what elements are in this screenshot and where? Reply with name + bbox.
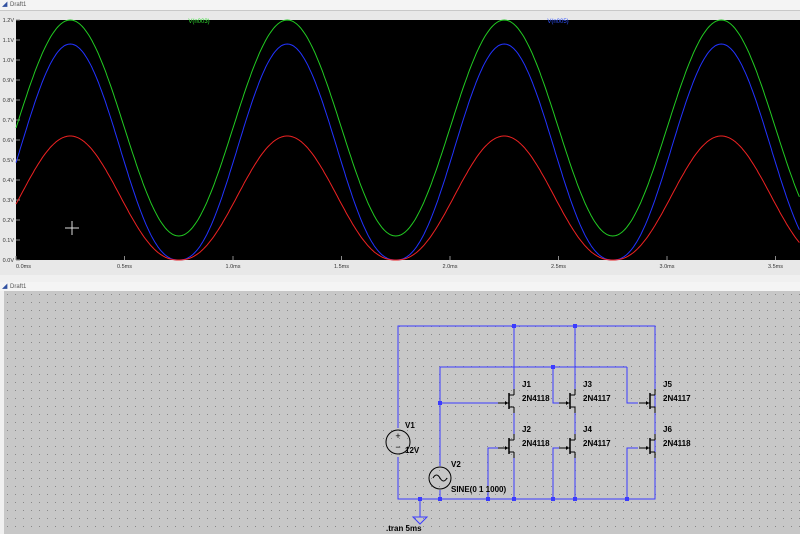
- y-tick-label: 1.1V: [3, 38, 15, 44]
- x-tick-label: 1.5ms: [334, 264, 349, 270]
- x-tick-label: 1.0ms: [226, 264, 241, 270]
- x-tick-label: 0.0ms: [16, 264, 31, 270]
- y-tick-label: 0.1V: [3, 238, 15, 244]
- waveform-window-title: Draft1: [10, 2, 27, 8]
- y-tick-label: 1.0V: [3, 58, 15, 64]
- x-tick-label: 0.5ms: [117, 264, 132, 270]
- jfet-name: J6: [663, 425, 672, 434]
- waveform-plot[interactable]: 0.0V 0.1V 0.2V 0.3V 0.4V 0.5V 0.6V 0.7V 0.8V 0.9V…: [0, 11, 800, 275]
- schematic-drawing[interactable]: + − V1 12V V2 SINE(0 1 1000) J1 2N4118 J2 2…: [4, 291, 800, 534]
- legend-label[interactable]: V(n003): [188, 19, 209, 25]
- grid-dots: [4, 291, 800, 534]
- schematic-canvas[interactable]: + − V1 12V V2 SINE(0 1 1000) J1 2N4118 J2 2…: [0, 291, 800, 534]
- y-tick-label: 0.5V: [3, 158, 15, 164]
- jfet-model: 2N4117: [583, 439, 611, 448]
- v1-name: V1: [405, 421, 415, 430]
- svg-text:+: +: [395, 431, 400, 441]
- svg-text:−: −: [395, 442, 400, 452]
- jfet-name: J4: [583, 425, 592, 434]
- y-tick-label: 0.2V: [3, 218, 15, 224]
- jfet-model: 2N4117: [663, 394, 691, 403]
- v2-value: SINE(0 1 1000): [451, 485, 506, 494]
- jfet-name: J3: [583, 380, 592, 389]
- y-tick-label: 1.2V: [3, 18, 15, 24]
- y-tick-label: 0.3V: [3, 198, 15, 204]
- y-tick-label: 0.7V: [3, 118, 15, 124]
- waveform-plot-pane[interactable]: 0.0V 0.1V 0.2V 0.3V 0.4V 0.5V 0.6V 0.7V 0.8V 0.9V…: [0, 11, 800, 275]
- x-tick-label: 2.5ms: [551, 264, 566, 270]
- y-tick-label: 0.0V: [3, 258, 15, 264]
- jfet-model: 2N4117: [583, 394, 611, 403]
- jfet-name: J1: [522, 380, 531, 389]
- v2-name: V2: [451, 460, 461, 469]
- plot-area[interactable]: [16, 20, 800, 260]
- y-tick-label: 0.8V: [3, 98, 15, 104]
- x-tick-label: 3.5ms: [768, 264, 783, 270]
- schematic-window-icon: ◢: [2, 283, 8, 290]
- jfet-model: 2N4118: [522, 394, 550, 403]
- jfet-model: 2N4118: [663, 439, 691, 448]
- x-tick-label: 2.0ms: [443, 264, 458, 270]
- spice-directive[interactable]: .tran 5ms: [386, 524, 422, 533]
- y-tick-label: 0.4V: [3, 178, 15, 184]
- legend-label[interactable]: V(n005): [547, 19, 568, 25]
- jfet-name: J5: [663, 380, 672, 389]
- schematic-window-title: Draft1: [10, 284, 27, 290]
- y-tick-label: 0.6V: [3, 138, 15, 144]
- waveform-window-icon: ◢: [2, 1, 8, 8]
- v1-value: 12V: [405, 446, 420, 455]
- jfet-name: J2: [522, 425, 531, 434]
- waveform-window-titlebar[interactable]: ◢ Draft1: [0, 0, 800, 11]
- y-tick-label: 0.9V: [3, 78, 15, 84]
- x-tick-label: 3.0ms: [660, 264, 675, 270]
- jfet-model: 2N4118: [522, 439, 550, 448]
